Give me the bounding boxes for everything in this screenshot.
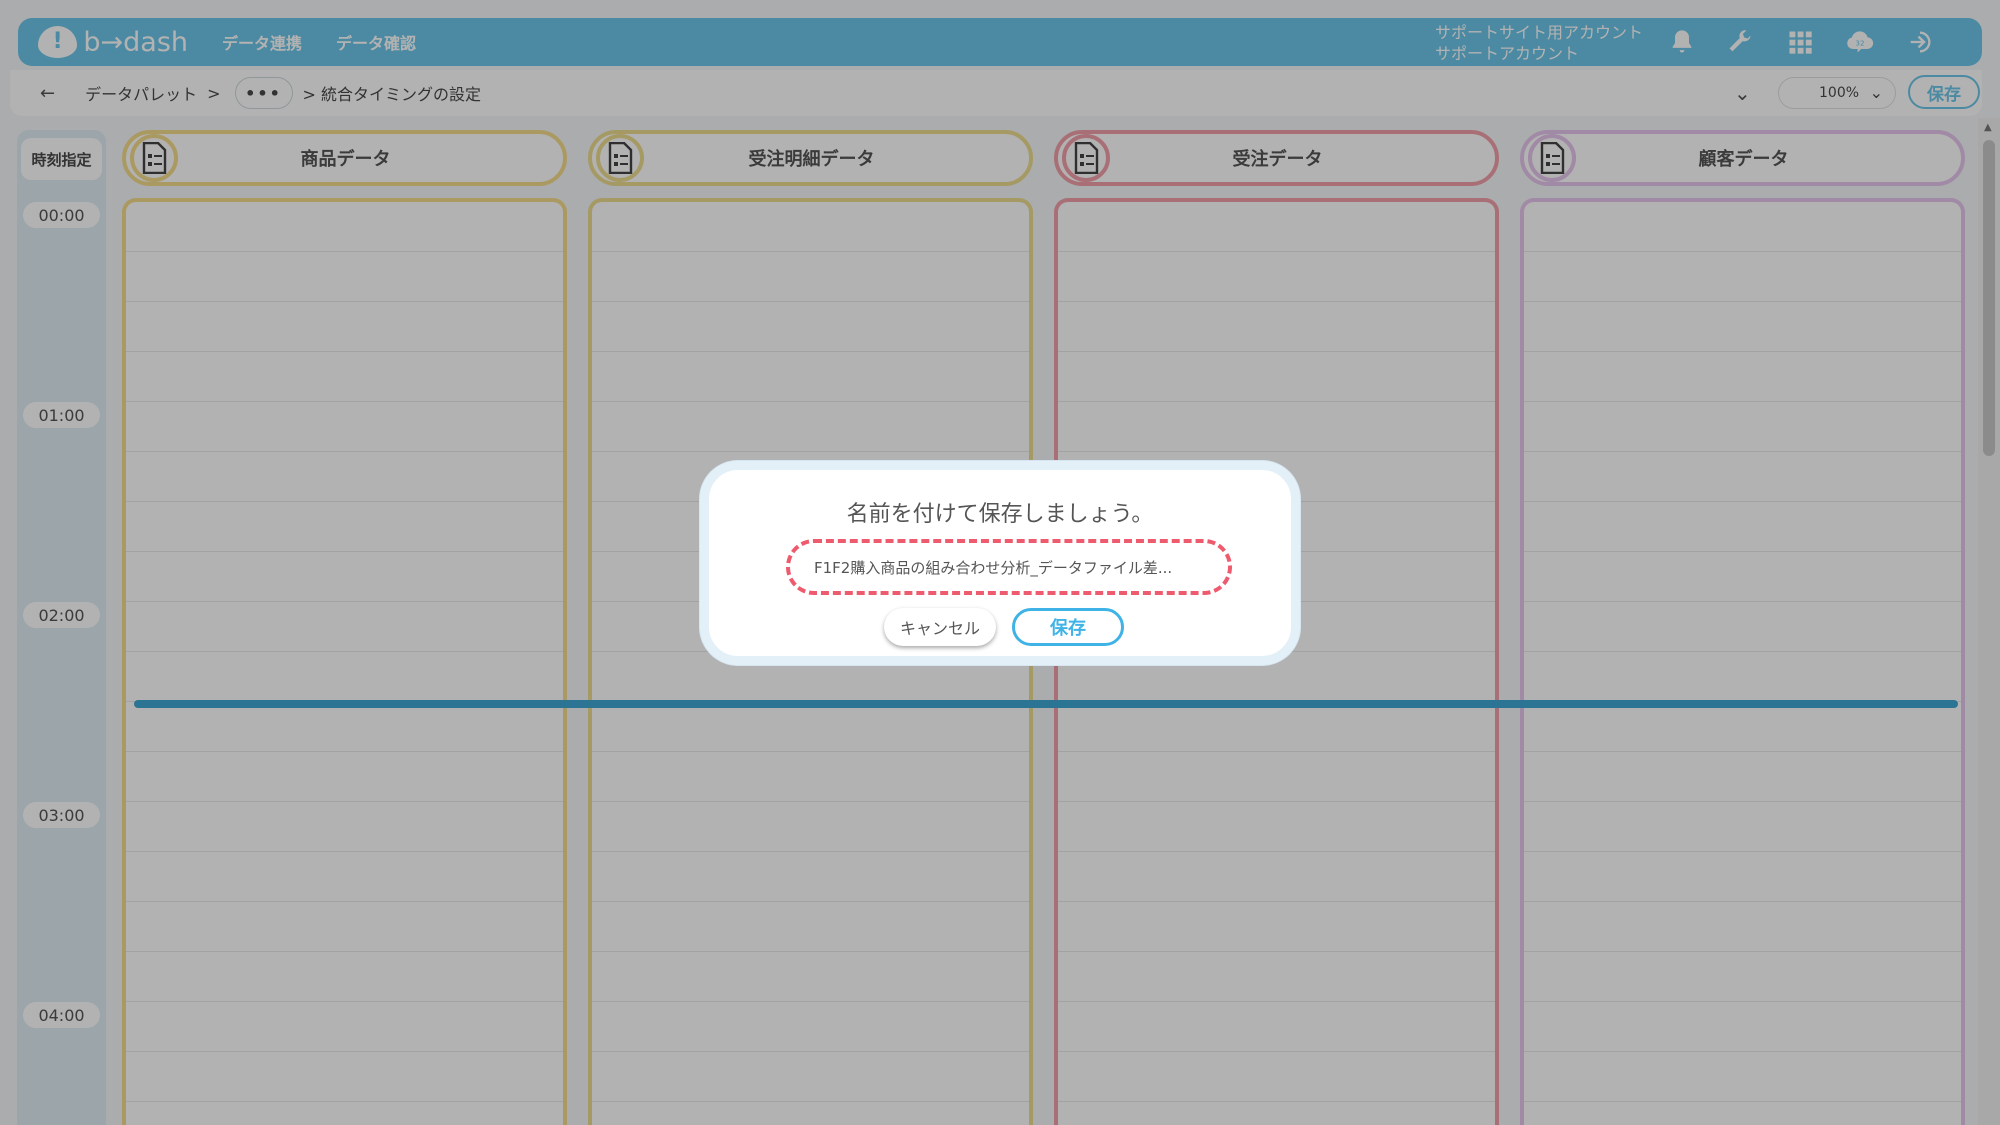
dialog-title: 名前を付けて保存しましょう。 xyxy=(846,502,1154,527)
name-input[interactable]: F1F2購入商品の組み合わせ分析_データファイル差... xyxy=(786,539,1232,595)
dialog-save-button[interactable]: 保存 xyxy=(1012,608,1124,646)
cancel-button[interactable]: キャンセル xyxy=(884,608,996,646)
save-name-dialog: 名前を付けて保存しましょう。 F1F2購入商品の組み合わせ分析_データファイル差… xyxy=(700,461,1300,665)
